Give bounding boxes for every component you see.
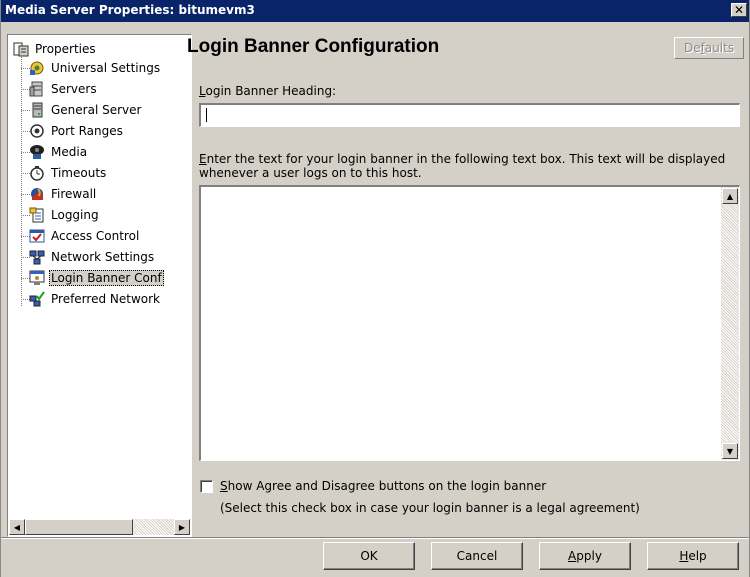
heading-label: Login Banner Heading: xyxy=(199,84,337,98)
window-title: Media Server Properties: bitumevm3 xyxy=(5,3,255,17)
legal-agreement-note: (Select this check box in case your logi… xyxy=(220,501,640,515)
login-banner-heading-input[interactable] xyxy=(199,103,740,127)
tree-item-firewall[interactable]: Firewall xyxy=(21,184,98,204)
close-button[interactable]: ✕ xyxy=(731,3,747,17)
arrow-right-icon: ▶ xyxy=(178,522,186,532)
tree-item-label: Logging xyxy=(51,208,99,222)
properties-window: Media Server Properties: bitumevm3 ✕ Pro… xyxy=(0,0,750,577)
tree-item-port-ranges[interactable]: Port Ranges xyxy=(21,121,125,141)
arrow-up-icon: ▲ xyxy=(726,191,734,201)
banner-text-instructions: Enter the text for your login banner in … xyxy=(199,152,726,180)
cancel-button[interactable]: Cancel xyxy=(431,542,523,570)
defaults-button[interactable]: Defaults xyxy=(674,37,744,59)
tree-item-label: Timeouts xyxy=(51,166,107,180)
tree-item-login-banner[interactable]: Login Banner Conf xyxy=(21,268,164,288)
scroll-down-button[interactable]: ▼ xyxy=(722,443,738,459)
tree-item-logging[interactable]: Logging xyxy=(21,205,101,225)
text-area-vertical-scrollbar[interactable]: ▲ ▼ xyxy=(721,187,739,460)
text-caret xyxy=(206,108,207,122)
access-control-icon xyxy=(29,228,45,244)
properties-icon xyxy=(13,41,29,57)
tree-item-timeouts[interactable]: Timeouts xyxy=(21,163,108,183)
tree-item-label: Universal Settings xyxy=(51,61,161,75)
tree-item-label: Network Settings xyxy=(51,250,155,264)
tree-item-access-control[interactable]: Access Control xyxy=(21,226,141,246)
tree-item-label: Media xyxy=(51,145,88,159)
title-bar[interactable]: Media Server Properties: bitumevm3 ✕ xyxy=(1,0,749,22)
preferred-network-icon xyxy=(29,291,45,307)
scroll-thumb[interactable] xyxy=(25,519,133,535)
scroll-track[interactable] xyxy=(721,187,739,460)
footer-divider xyxy=(1,537,749,539)
network-settings-icon xyxy=(29,249,45,265)
tree-connector xyxy=(21,54,22,306)
tree-item-label: Login Banner Conf xyxy=(49,270,164,286)
tree-horizontal-scrollbar[interactable]: ◀ ▶ xyxy=(9,519,190,535)
ok-button[interactable]: OK xyxy=(323,542,415,570)
timeouts-icon xyxy=(29,165,45,181)
scroll-track[interactable] xyxy=(25,519,174,535)
show-agree-disagree-checkbox[interactable] xyxy=(200,480,213,493)
properties-tree: Properties Universal Settings Servers Ge… xyxy=(7,34,192,537)
tree-item-label: Firewall xyxy=(51,187,97,201)
close-icon: ✕ xyxy=(733,3,745,17)
login-banner-text-area[interactable]: ▲ ▼ xyxy=(199,185,740,461)
tree-item-label: General Server xyxy=(51,103,142,117)
servers-icon xyxy=(29,81,45,97)
scroll-left-button[interactable]: ◀ xyxy=(9,519,25,535)
tree-item-network-settings[interactable]: Network Settings xyxy=(21,247,156,267)
tree-item-label: Preferred Network xyxy=(51,292,160,306)
apply-button[interactable]: Apply xyxy=(539,542,631,570)
scroll-right-button[interactable]: ▶ xyxy=(174,519,190,535)
port-ranges-icon xyxy=(29,123,45,139)
tree-item-label: Access Control xyxy=(51,229,140,243)
tree-item-label: Port Ranges xyxy=(51,124,123,138)
arrow-left-icon: ◀ xyxy=(13,522,21,532)
show-agree-disagree-label[interactable]: Show Agree and Disagree buttons on the l… xyxy=(220,479,546,493)
logging-icon xyxy=(29,207,45,223)
tree-item-media[interactable]: Media xyxy=(21,142,89,162)
tree-item-general-server[interactable]: General Server xyxy=(21,100,143,120)
page-title: Login Banner Configuration xyxy=(187,36,440,57)
universal-settings-icon xyxy=(29,60,45,76)
firewall-icon xyxy=(29,186,45,202)
media-icon xyxy=(29,144,45,160)
general-server-icon xyxy=(29,102,45,118)
tree-item-label: Servers xyxy=(51,82,97,96)
tree-root-label: Properties xyxy=(35,42,96,56)
tree-root-properties[interactable]: Properties xyxy=(13,40,98,58)
arrow-down-icon: ▼ xyxy=(726,446,734,456)
tree-item-universal-settings[interactable]: Universal Settings xyxy=(21,58,162,78)
login-banner-icon xyxy=(29,270,45,286)
tree-item-preferred-network[interactable]: Preferred Network xyxy=(21,289,162,309)
scroll-up-button[interactable]: ▲ xyxy=(722,188,738,204)
help-button[interactable]: Help xyxy=(647,542,739,570)
tree-item-servers[interactable]: Servers xyxy=(21,79,99,99)
